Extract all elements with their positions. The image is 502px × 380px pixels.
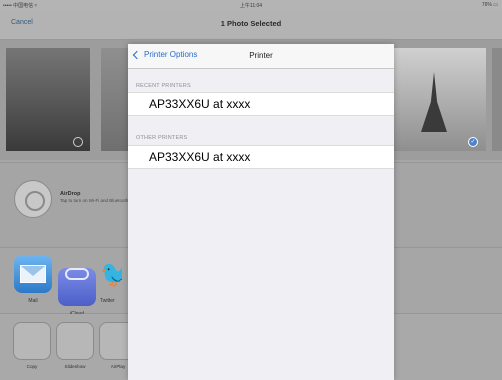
- share-app-label: Twitter: [100, 298, 115, 304]
- printer-popover: Printer Options Printer RECENT PRINTERS …: [128, 44, 394, 380]
- airdrop-icon[interactable]: [14, 180, 52, 218]
- printer-cell-other[interactable]: AP33XX6U at xxxx: [128, 145, 394, 169]
- other-printers-header: OTHER PRINTERS: [136, 135, 188, 141]
- popover-header: Printer Options Printer: [128, 44, 394, 69]
- status-time: 上午11:04: [239, 3, 263, 9]
- slideshow-button[interactable]: Slideshow: [53, 322, 97, 370]
- popover-title: Printer: [249, 51, 273, 60]
- twitter-icon: 🐦: [100, 259, 122, 289]
- photo-thumbnail[interactable]: [6, 48, 90, 151]
- status-bar: ••••• 中国电信 ≈ 上午11:04 76% ▭: [0, 0, 502, 10]
- page-title: 1 Photo Selected: [220, 19, 282, 28]
- checkmark-icon: ✓: [468, 137, 478, 147]
- battery-indicator: 76% ▭: [481, 2, 498, 8]
- action-label: Slideshow: [64, 364, 86, 369]
- airdrop-subtitle: Tap to turn on Wi-Fi and Bluetooth: [60, 198, 129, 203]
- printer-name: AP33XX6U at xxxx: [149, 97, 251, 111]
- share-app-label: Mail: [28, 298, 38, 304]
- copy-icon: [13, 322, 51, 360]
- photo-thumbnail-selected[interactable]: [392, 48, 486, 151]
- copy-button[interactable]: Copy: [10, 322, 54, 370]
- mail-icon: [14, 255, 52, 293]
- eiffel-tower-image: [421, 72, 447, 132]
- printer-name: AP33XX6U at xxxx: [149, 150, 251, 164]
- nav-bar: Cancel 1 Photo Selected: [0, 10, 502, 40]
- share-icloud-button[interactable]: iCloud: [57, 255, 97, 317]
- share-twitter-button[interactable]: 🐦 Twitter: [100, 255, 122, 304]
- recent-printers-header: RECENT PRINTERS: [136, 83, 191, 89]
- icloud-icon: [58, 268, 96, 306]
- photo-thumbnail[interactable]: [492, 48, 502, 151]
- share-mail-button[interactable]: Mail: [13, 255, 53, 304]
- action-label: Copy: [26, 364, 38, 369]
- slideshow-icon: [56, 322, 94, 360]
- airdrop-title: AirDrop: [60, 191, 81, 197]
- photo-thumbnail[interactable]: [101, 48, 131, 151]
- unselected-circle-icon: [73, 137, 83, 147]
- printer-cell-recent[interactable]: AP33XX6U at xxxx: [128, 92, 394, 116]
